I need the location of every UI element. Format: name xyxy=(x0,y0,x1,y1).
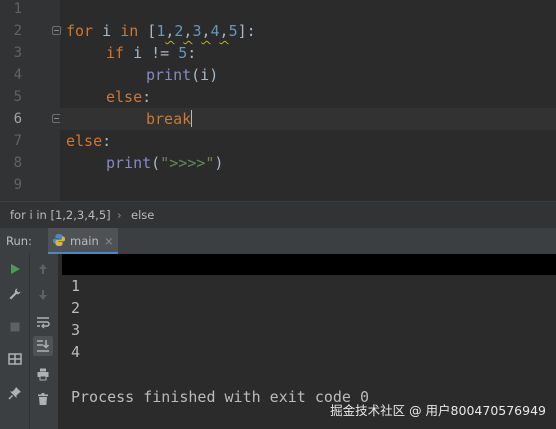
line-number: 2 xyxy=(13,23,22,39)
exit-message: Process finished with exit code 0 xyxy=(71,388,370,406)
breadcrumb-separator: › xyxy=(117,208,122,222)
line-gutter: 1 2 3 4 5 6 7 8 9 xyxy=(0,0,61,201)
code-line-7: else: xyxy=(66,132,112,150)
run-panel-header: Run: main × xyxy=(0,227,556,254)
watermark: 掘金技术社区 @ 用户800470576949 xyxy=(330,403,546,418)
close-icon[interactable]: × xyxy=(104,228,114,254)
run-tab-main[interactable]: main × xyxy=(48,228,118,254)
run-label: Run: xyxy=(6,234,32,248)
layout-icon[interactable] xyxy=(8,352,22,366)
line-number: 7 xyxy=(13,133,22,149)
current-line-highlight xyxy=(60,108,556,130)
text-caret xyxy=(191,110,193,127)
code-line-4: print(i) xyxy=(146,66,219,84)
python-icon xyxy=(53,234,65,246)
line-number: 5 xyxy=(13,89,22,105)
stop-icon[interactable] xyxy=(8,320,22,334)
soft-wrap-icon[interactable] xyxy=(36,315,50,329)
line-number: 9 xyxy=(13,177,22,193)
run-toolbar xyxy=(0,254,58,429)
line-number-current: 6 xyxy=(13,111,22,127)
trash-icon[interactable] xyxy=(36,392,50,406)
toolbar-divider xyxy=(29,254,30,429)
console-line: 3 xyxy=(71,321,81,339)
breadcrumb-item-else[interactable]: else xyxy=(131,202,154,228)
console-line: 2 xyxy=(71,299,81,317)
run-tab-label: main xyxy=(70,234,99,248)
print-icon[interactable] xyxy=(36,367,50,381)
code-line-8: print(">>>>") xyxy=(106,154,224,172)
line-number: 4 xyxy=(13,67,22,83)
code-line-2: for i in [1,2,3,4,5]: xyxy=(66,22,256,40)
code-line-6: break xyxy=(146,110,193,128)
breadcrumb: for i in [1,2,3,4,5] › else xyxy=(0,201,556,227)
down-arrow-icon[interactable] xyxy=(36,288,50,302)
scroll-to-end-icon[interactable] xyxy=(33,336,53,356)
code-editor[interactable]: 1 2 3 4 5 6 7 8 9 for i in [1,2,3,4,5]: … xyxy=(0,0,556,201)
code-line-5: else: xyxy=(106,88,152,106)
code-line-3: if i != 5: xyxy=(106,44,197,62)
line-number: 3 xyxy=(13,45,22,61)
console-line: 4 xyxy=(71,343,81,361)
play-icon[interactable] xyxy=(8,262,22,276)
line-number: 8 xyxy=(13,155,22,171)
wrench-icon[interactable] xyxy=(8,287,22,301)
redacted-bar xyxy=(62,254,556,275)
pin-icon[interactable] xyxy=(8,386,22,400)
console-line: 1 xyxy=(71,277,81,295)
line-number: 1 xyxy=(13,1,22,17)
fold-collapse-icon[interactable] xyxy=(52,26,61,35)
breadcrumb-item-for[interactable]: for i in [1,2,3,4,5] xyxy=(10,202,111,228)
up-arrow-icon[interactable] xyxy=(36,262,50,276)
